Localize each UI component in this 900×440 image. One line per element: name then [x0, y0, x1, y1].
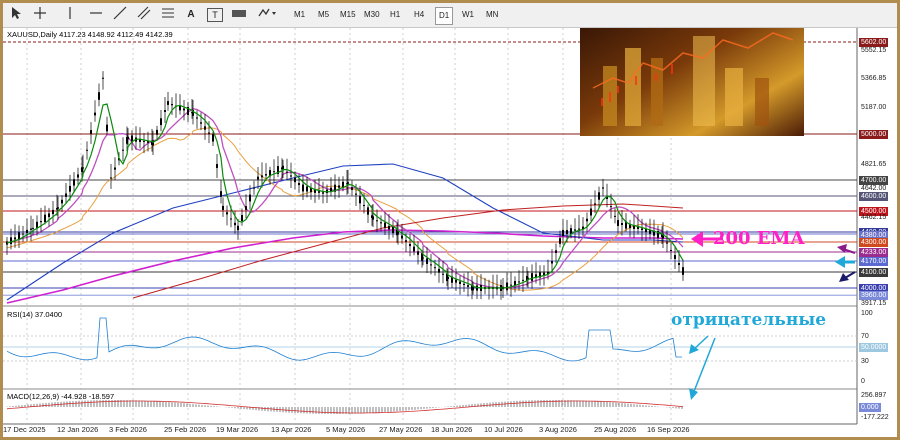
price-label: 5000.00: [859, 130, 889, 139]
crosshair-icon[interactable]: [33, 6, 47, 24]
tab-timeframe-h4[interactable]: H4: [411, 7, 427, 23]
time-label: 13 Apr 2026: [271, 425, 312, 434]
rsi-level-label: 50.0000: [859, 343, 889, 352]
price-label: 3917.15: [861, 300, 887, 307]
rsi-level-label: 70: [861, 333, 869, 340]
price-label: 5366.85: [861, 75, 887, 82]
tab-timeframe-m1[interactable]: M1: [291, 7, 308, 23]
macd-level-label: 256.897: [861, 392, 887, 399]
price-label: 4821.65: [861, 161, 887, 168]
time-label: 3 Aug 2026: [539, 425, 577, 434]
macd-level-label: -177.222: [861, 414, 889, 421]
price-label: 5187.00: [861, 104, 887, 111]
time-label: 10 Jul 2026: [484, 425, 523, 434]
horizontal-line-icon[interactable]: [89, 6, 103, 24]
tab-timeframe-d1[interactable]: D1: [435, 7, 454, 25]
vertical-line-icon[interactable]: [65, 6, 75, 24]
symbol-title: XAUUSD,Daily 4117.23 4148.92 4112.49 414…: [7, 30, 173, 39]
rectangle-icon[interactable]: [231, 6, 247, 24]
cursor-icon[interactable]: [9, 6, 23, 24]
price-label: 4600.00: [859, 192, 889, 201]
ema-annotation: 200 EMA: [713, 228, 805, 249]
time-label: 12 Jan 2026: [57, 425, 99, 434]
price-label: 5552.15: [861, 47, 887, 54]
negative-annotation: отрицательные: [671, 310, 827, 330]
time-label: 17 Dec 2025: [3, 425, 46, 434]
macd-title: MACD(12,26,9) -44.928 -18.597: [7, 392, 115, 401]
time-label: 25 Feb 2026: [164, 425, 207, 434]
time-label: 5 May 2026: [326, 425, 366, 434]
tab-timeframe-m30[interactable]: M30: [361, 7, 383, 23]
time-label: 18 Jun 2026: [431, 425, 473, 434]
trendline-icon[interactable]: [113, 6, 127, 24]
time-label: 27 May 2026: [379, 425, 423, 434]
fibonacci-icon[interactable]: [161, 6, 175, 24]
shapes-dropdown-icon[interactable]: [257, 6, 277, 24]
label-tool-icon[interactable]: T: [207, 8, 223, 22]
tab-timeframe-w1[interactable]: W1: [459, 7, 477, 23]
chart-window: A T M1 M5 M15 M30 H1 H4 D1 W1 MN XAUUSD,…: [0, 0, 900, 440]
price-label: 4233.00: [859, 248, 889, 257]
rsi-title: RSI(14) 37.0400: [7, 310, 63, 319]
time-label: 19 Mar 2026: [216, 425, 259, 434]
tab-timeframe-m5[interactable]: M5: [315, 7, 332, 23]
time-label: 25 Aug 2026: [594, 425, 637, 434]
price-label: 4300.00: [859, 238, 889, 247]
tab-timeframe-m15[interactable]: M15: [337, 7, 359, 23]
tab-timeframe-mn[interactable]: MN: [483, 7, 501, 23]
price-label: 4100.00: [859, 268, 889, 277]
time-label: 16 Sep 2026: [647, 425, 690, 434]
rsi-level-label: 30: [861, 358, 869, 365]
macd-level-label: 0.000: [859, 403, 881, 412]
channel-icon[interactable]: [137, 6, 151, 24]
toolbar: A T M1 M5 M15 M30 H1 H4 D1 W1 MN: [3, 3, 897, 28]
price-label: 4462.15: [861, 214, 887, 221]
tab-timeframe-h1[interactable]: H1: [387, 7, 403, 23]
time-label: 3 Feb 2026: [109, 425, 147, 434]
rsi-level-label: 0: [861, 378, 865, 385]
gold-chart-photo: [580, 28, 804, 136]
chart-area[interactable]: XAUUSD,Daily 4117.23 4148.92 4112.49 414…: [3, 28, 897, 437]
rsi-level-label: 100: [861, 310, 873, 317]
text-tool-icon[interactable]: A: [185, 6, 197, 24]
price-label: 4170.00: [859, 257, 889, 266]
